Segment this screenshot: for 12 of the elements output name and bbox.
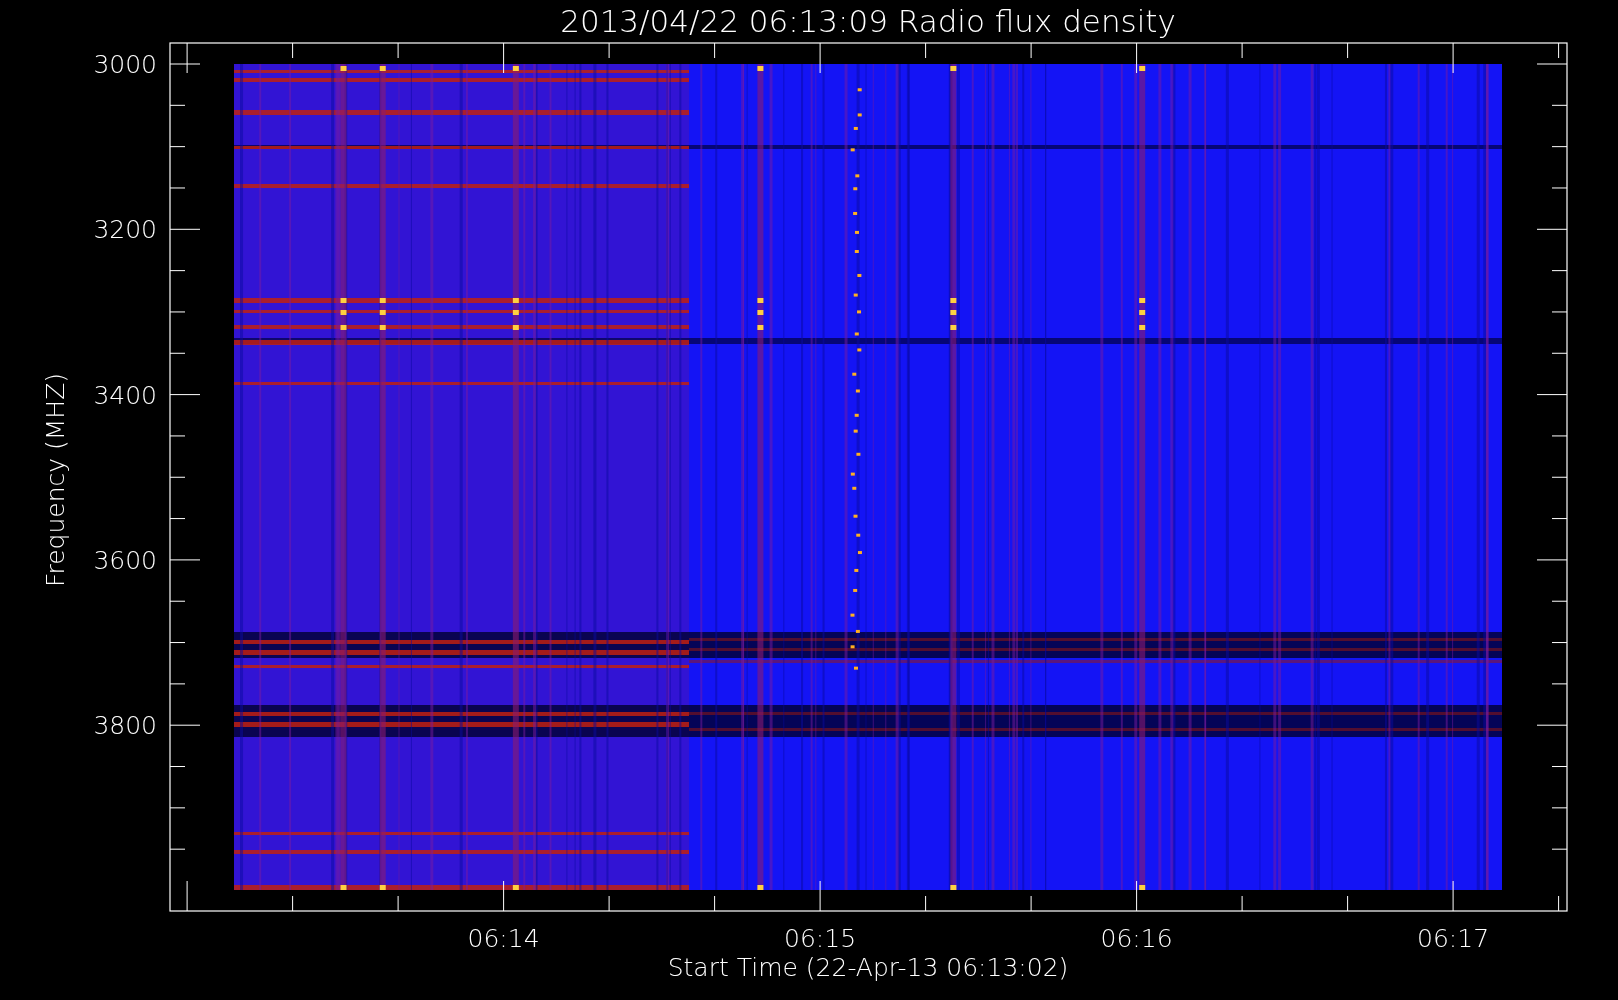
plot-title: 2013/04/22 06:13:09 Radio flux density (560, 3, 1176, 39)
tick-label: 06:16 (1100, 924, 1173, 953)
tick-label: 06:15 (784, 924, 857, 953)
tick-label: 3800 (93, 711, 157, 741)
axis-label: Frequency (MHZ) (41, 372, 70, 588)
tick-label: 3200 (93, 215, 157, 245)
tick-label: 06:17 (1417, 924, 1490, 953)
axis-label: Start Time (22-Apr-13 06:13:02) (667, 953, 1069, 982)
tick-label: 06:14 (467, 924, 540, 953)
tick-label: 3600 (93, 545, 157, 575)
tick-label: 3000 (93, 50, 157, 79)
tick-label: 3400 (93, 380, 157, 410)
